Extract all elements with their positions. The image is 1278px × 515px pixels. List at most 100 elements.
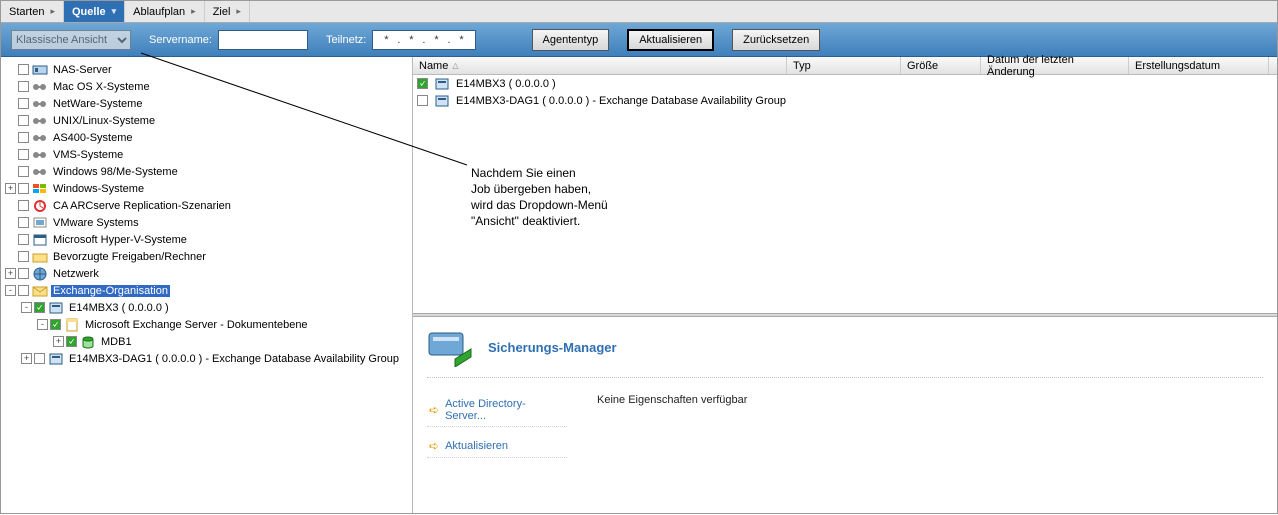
tab-ziel[interactable]: Ziel ▸ — [205, 1, 250, 22]
tree-checkbox[interactable] — [18, 149, 29, 160]
tree-node[interactable]: -Microsoft Exchange Server - Dokumentebe… — [5, 316, 412, 333]
view-select[interactable]: Klassische Ansicht — [11, 30, 131, 50]
tree-checkbox[interactable] — [34, 353, 45, 364]
tree-node[interactable]: VMS-Systeme — [5, 146, 412, 163]
reset-button[interactable]: Zurücksetzen — [732, 29, 820, 51]
expand-icon[interactable]: + — [5, 183, 16, 194]
tree-node[interactable]: CA ARCserve Replication-Szenarien — [5, 197, 412, 214]
list-row[interactable]: E14MBX3 ( 0.0.0.0 ) — [413, 75, 1277, 92]
column-header[interactable]: Datum der letzten Änderung — [981, 57, 1129, 74]
tab-quelle[interactable]: Quelle ▾ — [64, 1, 125, 22]
tree-node[interactable]: UNIX/Linux-Systeme — [5, 112, 412, 129]
sys-icon — [32, 131, 48, 145]
refresh-button[interactable]: Aktualisieren — [627, 29, 714, 51]
agenttype-button[interactable]: Agententyp — [532, 29, 610, 51]
tree-checkbox[interactable] — [18, 217, 29, 228]
collapse-icon[interactable]: - — [37, 319, 48, 330]
tree-label: Windows-Systeme — [51, 183, 146, 195]
tree-checkbox[interactable] — [50, 319, 61, 330]
tree-label: E14MBX3-DAG1 ( 0.0.0.0 ) - Exchange Data… — [67, 353, 401, 365]
arrow-icon: ➪ — [429, 439, 439, 453]
hv-icon — [32, 233, 48, 247]
collapse-icon[interactable]: - — [5, 285, 16, 296]
tree-checkbox[interactable] — [66, 336, 77, 347]
tree-checkbox[interactable] — [18, 268, 29, 279]
tree-label: Exchange-Organisation — [51, 285, 170, 297]
list-view[interactable]: E14MBX3 ( 0.0.0.0 )E14MBX3-DAG1 ( 0.0.0.… — [413, 75, 1277, 313]
tree-node[interactable]: Bevorzugte Freigaben/Rechner — [5, 248, 412, 265]
tab-starten[interactable]: Starten ▸ — [1, 1, 64, 22]
subnet-input[interactable]: *. *. *. * — [372, 30, 475, 50]
tree-checkbox[interactable] — [18, 115, 29, 126]
tree-node[interactable]: Mac OS X-Systeme — [5, 78, 412, 95]
link-ad-server[interactable]: ➪ Active Directory-Server... — [427, 394, 567, 427]
tree-node[interactable]: AS400-Systeme — [5, 129, 412, 146]
row-checkbox[interactable] — [417, 78, 428, 89]
detail-pane: Sicherungs-Manager ➪ Active Directory-Se… — [413, 317, 1277, 513]
app-root: Starten ▸ Quelle ▾ Ablaufplan ▸ Ziel ▸ K… — [0, 0, 1278, 514]
subnet-octet: * — [455, 34, 469, 46]
srv-icon — [48, 352, 64, 366]
tab-ablaufplan[interactable]: Ablaufplan ▸ — [125, 1, 205, 22]
tree-checkbox[interactable] — [18, 64, 29, 75]
column-header[interactable]: Name△ — [413, 57, 787, 74]
exch-icon — [32, 284, 48, 298]
tree-label: AS400-Systeme — [51, 132, 134, 144]
tree-checkbox[interactable] — [18, 183, 29, 194]
collapse-icon[interactable]: - — [21, 302, 32, 313]
tree-checkbox[interactable] — [18, 81, 29, 92]
tree-checkbox[interactable] — [18, 132, 29, 143]
link-refresh[interactable]: ➪ Aktualisieren — [427, 435, 567, 458]
tree-node[interactable]: NetWare-Systeme — [5, 95, 412, 112]
db-icon — [80, 335, 96, 349]
tree-node[interactable]: VMware Systems — [5, 214, 412, 231]
detail-header: Sicherungs-Manager — [427, 327, 1263, 378]
tree-spacer — [5, 98, 16, 109]
tree-checkbox[interactable] — [18, 285, 29, 296]
share-icon — [32, 250, 48, 264]
arrow-icon: ➪ — [429, 403, 439, 417]
tree-node[interactable]: Microsoft Hyper-V-Systeme — [5, 231, 412, 248]
tree-node[interactable]: -E14MBX3 ( 0.0.0.0 ) — [5, 299, 412, 316]
tree-label: NetWare-Systeme — [51, 98, 144, 110]
sys-icon — [32, 97, 48, 111]
tree-node[interactable]: +Netzwerk — [5, 265, 412, 282]
annotation-text: Nachdem Sie einen Job übergeben haben, w… — [471, 165, 608, 229]
tree-checkbox[interactable] — [34, 302, 45, 313]
tree-node[interactable]: + Windows-Systeme — [5, 180, 412, 197]
detail-links: ➪ Active Directory-Server... ➪ Aktualisi… — [427, 394, 567, 458]
expand-icon[interactable]: + — [53, 336, 64, 347]
servername-input[interactable] — [218, 30, 308, 50]
chevron-right-icon: ▸ — [50, 6, 55, 17]
tree-checkbox[interactable] — [18, 98, 29, 109]
list-row[interactable]: E14MBX3-DAG1 ( 0.0.0.0 ) - Exchange Data… — [413, 92, 1277, 109]
nas-icon — [32, 63, 48, 77]
backup-manager-icon — [427, 327, 475, 367]
tree-checkbox[interactable] — [18, 166, 29, 177]
tree-node[interactable]: +MDB1 — [5, 333, 412, 350]
tree-node[interactable]: + E14MBX3-DAG1 ( 0.0.0.0 ) - Exchange Dat… — [5, 350, 412, 367]
win-icon — [32, 182, 48, 196]
column-header[interactable]: Erstellungsdatum — [1129, 57, 1269, 74]
detail-title: Sicherungs-Manager — [488, 340, 617, 355]
expand-icon[interactable]: + — [5, 268, 16, 279]
row-checkbox[interactable] — [417, 95, 428, 106]
expand-icon[interactable]: + — [21, 353, 32, 364]
tree-checkbox[interactable] — [18, 234, 29, 245]
tree-checkbox[interactable] — [18, 251, 29, 262]
column-header[interactable]: Typ — [787, 57, 901, 74]
tab-label: Quelle — [72, 6, 106, 18]
detail-message: Keine Eigenschaften verfügbar — [597, 394, 747, 406]
column-header[interactable]: Größe — [901, 57, 981, 74]
tree-node[interactable]: Windows 98/Me-Systeme — [5, 163, 412, 180]
net-icon — [32, 267, 48, 281]
source-tree[interactable]: NAS-ServerMac OS X-Systeme NetWare-System… — [1, 57, 413, 513]
tab-label: Starten — [9, 6, 44, 18]
tree-node[interactable]: NAS-Server — [5, 61, 412, 78]
tree-checkbox[interactable] — [18, 200, 29, 211]
tree-node[interactable]: - Exchange-Organisation — [5, 282, 412, 299]
column-label: Größe — [907, 60, 938, 72]
vm-icon — [32, 216, 48, 230]
tree-spacer — [5, 217, 16, 228]
tree-spacer — [5, 64, 16, 75]
